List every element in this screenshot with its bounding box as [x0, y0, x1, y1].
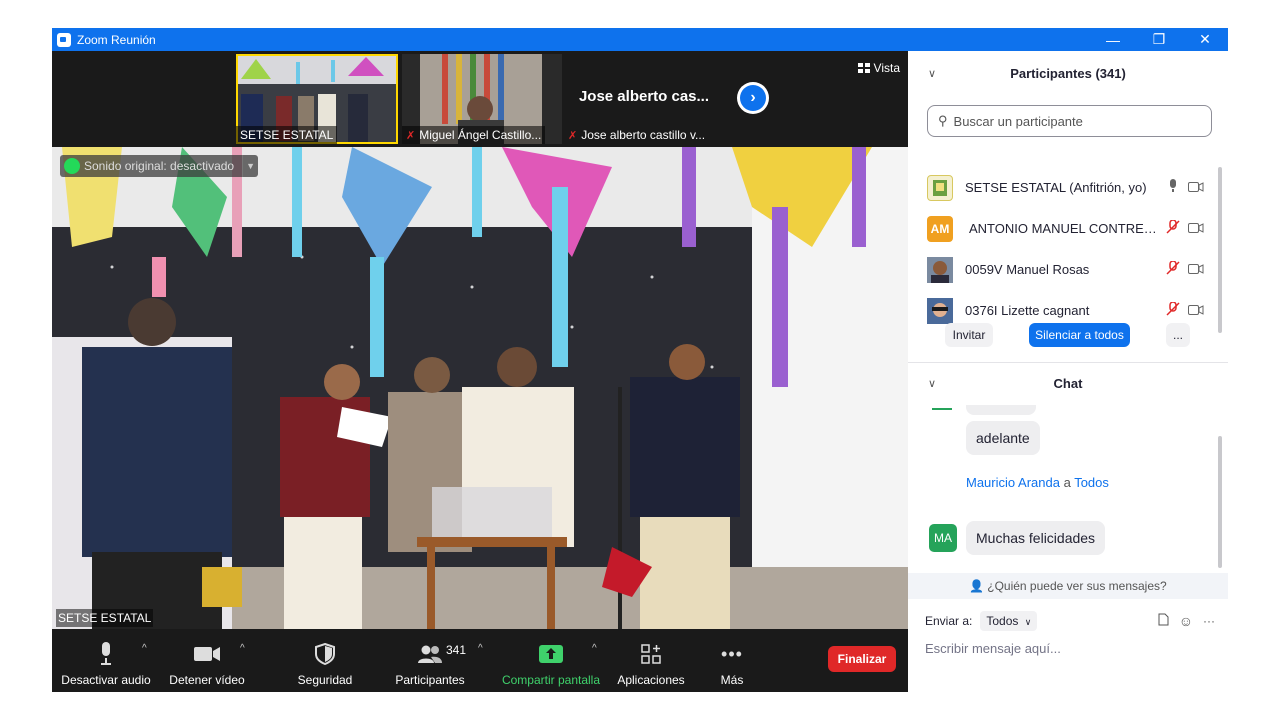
original-audio-indicator[interactable]: Sonido original: desactivado ▼ [60, 155, 259, 177]
invite-button[interactable]: Invitar [945, 323, 993, 347]
speaker-name-label: SETSE ESTATAL [56, 609, 154, 627]
participants-options-caret[interactable]: ^ [478, 643, 483, 654]
chat-sender-line: Mauricio Aranda a Todos [966, 475, 1109, 490]
thumbnail-label: SETSE ESTATAL [236, 126, 338, 144]
chat-scrollbar[interactable] [1218, 436, 1222, 568]
shield-check-icon [64, 158, 80, 174]
security-button[interactable]: Seguridad [288, 629, 362, 692]
thumbnail-miguel[interactable]: ✗ Miguel Ángel Castillo... [402, 54, 562, 144]
file-icon[interactable] [1158, 613, 1169, 629]
chevron-right-icon: › [740, 85, 766, 111]
microphone-icon [101, 642, 111, 665]
chat-recipient: Todos [1074, 475, 1109, 490]
video-camera-icon[interactable] [1188, 262, 1204, 277]
thumbnail-participant-name: Jose alberto cas... [578, 88, 710, 105]
chevron-down-icon: ∨ [1024, 617, 1032, 627]
participant-row[interactable]: SETSE ESTATAL (Anfitrión, yo) [908, 167, 1218, 208]
side-panel: ∨ Participantes (341) ⚲ Buscar un partic… [908, 51, 1228, 692]
window-title: Zoom Reunión [77, 32, 156, 47]
chat-message: Muchas felicidades [966, 521, 1106, 555]
more-options-icon[interactable]: ··· [1203, 614, 1215, 628]
ellipsis-icon: ••• [721, 643, 743, 664]
divider [908, 362, 1228, 363]
mic-muted-icon: ✗ [568, 129, 578, 142]
mic-muted-icon: ✗ [406, 129, 416, 142]
thumbnail-strip: SETSE ESTATAL ✗Miguel Ángel Castillo... [52, 51, 908, 147]
thumbnail-setse[interactable]: SETSE ESTATAL [236, 54, 398, 144]
avatar: AM [927, 215, 953, 242]
video-camera-icon [194, 647, 220, 661]
chevron-down-icon[interactable]: ▼ [242, 155, 258, 177]
emoji-icon[interactable]: ☺ [1179, 613, 1193, 629]
participant-row[interactable]: 0059V Manuel Rosas [908, 249, 1218, 290]
participants-button[interactable]: Participantes [388, 629, 472, 692]
chat-sender[interactable]: Mauricio Aranda [966, 475, 1060, 490]
participants-title: Participantes (341) [1010, 65, 1126, 81]
participant-row[interactable]: AM ANTONIO MANUEL CONTRER... [908, 208, 1218, 249]
mute-audio-button[interactable]: Desactivar audio [60, 629, 152, 692]
mute-all-button[interactable]: Silenciar a todos [1029, 323, 1130, 347]
avatar [927, 297, 953, 324]
previous-avatar-edge [932, 408, 952, 410]
participant-search-input[interactable]: ⚲ Buscar un participante [927, 105, 1212, 137]
thumbnail-jose[interactable]: Jose alberto cas... ✗ Jose alberto castil… [564, 54, 724, 144]
close-button[interactable]: ✕ [1182, 28, 1228, 51]
who-can-see-link[interactable]: 👤 ¿Quién puede ver sus mensajes? [908, 573, 1228, 599]
search-icon: ⚲ [938, 113, 948, 128]
participants-header: ∨ Participantes (341) [908, 59, 1228, 87]
video-camera-icon[interactable] [1188, 180, 1204, 195]
share-options-caret[interactable]: ^ [592, 643, 597, 654]
thumbnail-label: ✗ Miguel Ángel Castillo... [402, 126, 546, 144]
chat-title: Chat [1053, 375, 1083, 391]
chat-message: adelante [966, 421, 1040, 455]
grid-icon [857, 63, 870, 73]
more-button[interactable]: ••• Más [708, 629, 756, 692]
share-screen-icon [539, 645, 563, 663]
microphone-icon[interactable] [1166, 179, 1180, 196]
avatar: MA [929, 524, 957, 552]
audio-options-caret[interactable]: ^ [142, 643, 147, 654]
apps-icon [641, 644, 661, 664]
meeting-toolbar: Desactivar audio ^ Detener vídeo ^ Segur… [52, 629, 908, 692]
restore-button[interactable]: ❐ [1136, 28, 1182, 51]
chat-message-input[interactable]: Escribir mensaje aquí... [925, 641, 1061, 656]
video-options-caret[interactable]: ^ [240, 643, 245, 654]
main-video: Sonido original: desactivado ▼ SETSE EST… [52, 147, 908, 629]
send-to-dropdown[interactable]: Todos ∨ [980, 611, 1038, 631]
next-page-button[interactable]: › [737, 82, 769, 114]
previous-message-bubble [966, 405, 1036, 415]
participants-scrollbar[interactable] [1218, 167, 1222, 333]
thumbnail-label: ✗ Jose alberto castillo v... [568, 128, 706, 142]
participants-more-button[interactable]: ... [1166, 323, 1190, 347]
zoom-app-icon [57, 32, 71, 47]
minimize-button[interactable]: — [1090, 28, 1136, 51]
person-lock-icon: 👤 [969, 579, 985, 593]
stop-video-button[interactable]: Detener vídeo [164, 629, 250, 692]
mic-muted-icon[interactable] [1166, 219, 1180, 237]
send-to-label: Enviar a: [925, 614, 973, 628]
chevron-down-icon[interactable]: ∨ [928, 377, 936, 390]
title-bar: Zoom Reunión — ❐ ✕ [52, 28, 1228, 51]
video-camera-icon[interactable] [1188, 303, 1204, 318]
chat-header: ∨ Chat [908, 369, 1228, 397]
zoom-window: Zoom Reunión — ❐ ✕ SETSE ESTATAL ✗ Migue… [52, 28, 1228, 692]
chat-send-row: Enviar a: Todos ∨ ☺ ··· [925, 608, 1215, 634]
meeting-stage: SETSE ESTATAL ✗Miguel Ángel Castillo... [52, 51, 908, 692]
view-label: Vista [873, 61, 900, 75]
participants-count: 341 [446, 643, 467, 657]
avatar [927, 256, 953, 283]
mic-muted-icon[interactable] [1166, 301, 1180, 319]
apps-button[interactable]: Aplicaciones [614, 629, 688, 692]
video-camera-icon[interactable] [1188, 221, 1204, 236]
share-screen-button[interactable]: Compartir pantalla [498, 629, 604, 692]
end-meeting-button[interactable]: Finalizar [828, 646, 896, 672]
shield-icon [315, 643, 335, 665]
chat-to-word: a [1063, 475, 1071, 490]
mic-muted-icon[interactable] [1166, 260, 1180, 278]
chevron-down-icon[interactable]: ∨ [928, 67, 936, 80]
main-video-frame [52, 147, 908, 629]
participants-icon [418, 645, 442, 663]
view-button[interactable]: Vista [857, 61, 900, 75]
avatar [927, 174, 953, 201]
